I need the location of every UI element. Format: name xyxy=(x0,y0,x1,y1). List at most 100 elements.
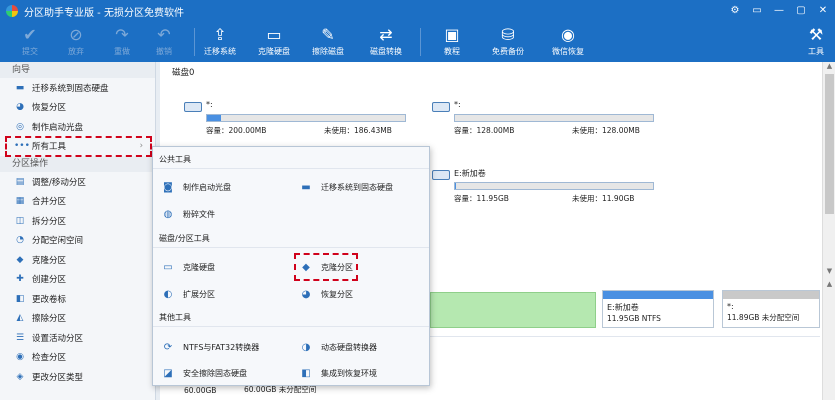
usage-bar xyxy=(206,114,406,122)
migrate-icon: ▬ xyxy=(301,181,311,193)
tool-extend-partition[interactable]: ◐ 扩展分区 xyxy=(161,285,215,303)
disk-map-segment[interactable]: *: 11.89GB 未分配空间 xyxy=(722,290,820,328)
shred-icon: ◍ xyxy=(163,208,173,220)
wipe-disk-button[interactable]: ✎ 擦除磁盘 xyxy=(302,24,354,60)
recovery-env-icon: ◧ xyxy=(301,367,311,379)
disk-map-segment[interactable]: E:新加卷 11.95GB NTFS xyxy=(602,290,714,328)
undo-button[interactable]: ↶ 撤销 xyxy=(138,24,190,60)
maximize-button[interactable]: ▢ xyxy=(793,3,809,19)
convert-icon: ⇄ xyxy=(379,25,393,44)
disk-title: 磁盘0 xyxy=(172,68,195,78)
minimize-button[interactable]: — xyxy=(771,3,787,19)
tool-migrate-os[interactable]: ▬ 迁移系统到固态硬盘 xyxy=(299,178,393,196)
sidebar-item-check[interactable]: ◉ 检查分区 xyxy=(0,348,155,368)
clone-disk-button[interactable]: ▭ 克隆硬盘 xyxy=(248,24,300,60)
tool-shred-files[interactable]: ◍ 粉碎文件 xyxy=(161,205,215,223)
sidebar: 向导 ▬ 迁移系统到固态硬盘 ◕ 恢复分区 ◎ 制作启动光盘 ••• 所有工具 › 分区操… xyxy=(0,62,156,400)
tool-clone-disk[interactable]: ▭ 克隆硬盘 xyxy=(161,258,215,276)
toolbar: ✔ 提交 ⊘ 放弃 ↷ 重做 ↶ 撤销 ⇪ 迁移系统 ▭ 克隆硬盘 ✎ 擦除磁盘 ⇄ 磁盘转换 … xyxy=(0,22,835,62)
sidebar-item-wipe[interactable]: ◭ 擦除分区 xyxy=(0,309,155,329)
check-icon: ✔ xyxy=(23,25,37,44)
backup-icon: ⛁ xyxy=(501,25,515,44)
resize-icon: ▤ xyxy=(15,176,25,187)
sidebar-item-migrate-os[interactable]: ▬ 迁移系统到固态硬盘 xyxy=(0,78,155,98)
more-icon: ••• xyxy=(14,141,30,152)
sidebar-item-split[interactable]: ◫ 拆分分区 xyxy=(0,211,155,231)
cancel-icon: ⊘ xyxy=(69,25,83,44)
app-logo-icon xyxy=(6,5,18,17)
clone-icon: ◆ xyxy=(16,254,24,265)
disk-map-green-segment[interactable] xyxy=(430,292,596,328)
convert-disk-button[interactable]: ⇄ 磁盘转换 xyxy=(360,24,412,60)
tools-icon: ⚒ xyxy=(808,25,824,44)
check-partition-icon: ◉ xyxy=(16,352,24,363)
toolbar-separator xyxy=(420,28,421,56)
sidebar-item-set-active[interactable]: ☰ 设置活动分区 xyxy=(0,328,155,348)
chevron-right-icon: › xyxy=(139,141,143,152)
wechat-icon: ◉ xyxy=(561,25,575,44)
label-icon: ◧ xyxy=(15,293,25,304)
scrollbar-thumb[interactable] xyxy=(825,74,834,214)
ssd-erase-icon: ◪ xyxy=(163,367,173,379)
restore-icon[interactable]: ▭ xyxy=(749,3,765,19)
tool-secure-erase-ssd[interactable]: ◪ 安全擦除固态硬盘 xyxy=(161,364,247,382)
sidebar-item-make-boot-cd[interactable]: ◎ 制作启动光盘 xyxy=(0,117,155,137)
scroll-down-icon[interactable]: ▼ xyxy=(824,267,835,278)
tool-clone-partition[interactable]: ◆ 克隆分区 xyxy=(294,253,358,281)
drive-icon xyxy=(432,102,450,112)
sidebar-item-create[interactable]: ✚ 创建分区 xyxy=(0,270,155,290)
recover-icon: ◕ xyxy=(16,102,24,113)
cd-icon: ◎ xyxy=(16,121,24,132)
disk-icon: ▭ xyxy=(266,25,282,44)
popup-section-disk-partition: 磁盘/分区工具 xyxy=(159,234,210,243)
window-controls: ⚙ ▭ — ▢ ✕ xyxy=(727,3,831,19)
recover-icon: ◕ xyxy=(301,288,311,300)
settings-icon[interactable]: ⚙ xyxy=(727,3,743,19)
wipe-icon: ◭ xyxy=(16,313,24,324)
sidebar-item-clone-partition[interactable]: ◆ 克隆分区 xyxy=(0,250,155,270)
scroll-up-icon[interactable]: ▲ xyxy=(824,62,835,73)
sidebar-item-allocate-free[interactable]: ◔ 分配空闲空间 xyxy=(0,231,155,251)
close-button[interactable]: ✕ xyxy=(815,3,831,19)
sidebar-item-resize-move[interactable]: ▤ 调整/移动分区 xyxy=(0,172,155,192)
clone-partition-icon: ◆ xyxy=(302,261,310,273)
book-icon: ▣ xyxy=(444,25,460,44)
commit-button[interactable]: ✔ 提交 xyxy=(4,24,56,60)
tutorial-button[interactable]: ▣ 教程 xyxy=(426,24,478,60)
tool-recover-partition[interactable]: ◕ 恢复分区 xyxy=(299,285,353,303)
drive-icon xyxy=(184,102,202,112)
window-title: 分区助手专业版 - 无损分区免费软件 xyxy=(24,7,184,19)
sidebar-section-partition-ops: 分区操作 xyxy=(0,156,155,172)
tool-ntfs-fat32-converter[interactable]: ⟳ NTFS与FAT32转换器 xyxy=(161,338,259,356)
wechat-recovery-button[interactable]: ◉ 微信恢复 xyxy=(542,24,594,60)
sidebar-item-all-tools[interactable]: ••• 所有工具 › xyxy=(5,135,152,157)
allocate-icon: ◔ xyxy=(16,235,24,246)
sidebar-item-change-type[interactable]: ◈ 更改分区类型 xyxy=(0,367,155,387)
convert-icon: ⟳ xyxy=(163,341,173,353)
free-backup-button[interactable]: ⛁ 免费备份 xyxy=(482,24,534,60)
tools-button[interactable]: ⚒ 工具 xyxy=(790,24,835,60)
active-icon: ☰ xyxy=(15,332,25,343)
migrate-os-button[interactable]: ⇪ 迁移系统 xyxy=(194,24,246,60)
scroll-up-icon[interactable]: ▲ xyxy=(824,280,835,288)
all-tools-popup: 公共工具 ◙ 制作启动光盘 ▬ 迁移系统到固态硬盘 ◍ 粉碎文件 磁盘/分区工具 ▭ 克… xyxy=(152,146,430,386)
disk-size-label: 60.00GB xyxy=(184,386,217,395)
split-icon: ◫ xyxy=(15,215,25,226)
boot-cd-icon: ◙ xyxy=(163,181,173,193)
title-bar: 分区助手专业版 - 无损分区免费软件 ⚙ ▭ — ▢ ✕ xyxy=(0,0,835,22)
tool-dynamic-disk-converter[interactable]: ◑ 动态硬盘转换器 xyxy=(299,338,377,356)
sidebar-item-change-label[interactable]: ◧ 更改卷标 xyxy=(0,289,155,309)
sidebar-item-recover-partition[interactable]: ◕ 恢复分区 xyxy=(0,98,155,118)
tool-integrate-recovery-env[interactable]: ◧ 集成到恢复环境 xyxy=(299,364,377,382)
discard-button[interactable]: ⊘ 放弃 xyxy=(50,24,102,60)
usage-bar xyxy=(454,182,654,190)
ssd-icon: ▬ xyxy=(15,82,25,93)
tool-make-boot-cd[interactable]: ◙ 制作启动光盘 xyxy=(161,178,231,196)
migrate-icon: ⇪ xyxy=(213,25,227,44)
sidebar-item-merge[interactable]: ▦ 合并分区 xyxy=(0,192,155,212)
disk-icon: ▭ xyxy=(163,261,173,273)
eraser-icon: ✎ xyxy=(321,25,335,44)
create-icon: ✚ xyxy=(16,274,24,285)
undo-icon: ↶ xyxy=(157,25,171,44)
vertical-scrollbar[interactable]: ▲ ▼ ▲ xyxy=(822,62,835,400)
